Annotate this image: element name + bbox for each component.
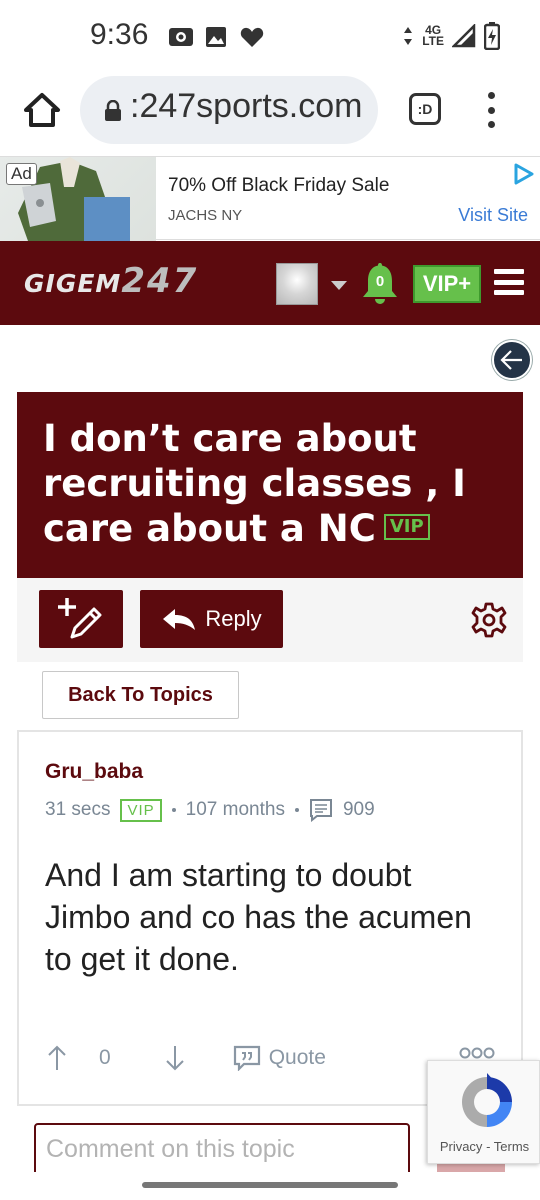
plus-pencil-icon bbox=[58, 598, 102, 639]
user-avatar[interactable] bbox=[276, 263, 318, 305]
status-time: 9:36 bbox=[90, 18, 149, 51]
post-timestamp: 31 secs bbox=[45, 799, 111, 820]
recaptcha-terms-link[interactable]: Terms bbox=[494, 1139, 529, 1154]
quote-label: Quote bbox=[268, 1046, 326, 1069]
reply-button[interactable]: Reply bbox=[140, 590, 283, 648]
author-membership: 107 months bbox=[185, 799, 285, 820]
upvote-arrow-icon[interactable] bbox=[45, 1044, 69, 1072]
browser-menu-button[interactable] bbox=[484, 92, 498, 128]
battery-charging-icon bbox=[484, 22, 500, 50]
ad-label: Ad bbox=[6, 163, 37, 185]
more-options-icon[interactable] bbox=[459, 1046, 495, 1060]
downvote-arrow-icon[interactable] bbox=[163, 1044, 187, 1072]
recaptcha-privacy-link[interactable]: Privacy bbox=[440, 1139, 483, 1154]
post-meta: 31 secs VIP 107 months 909 bbox=[45, 798, 375, 822]
post-count-icon bbox=[309, 799, 332, 822]
author-vip-badge: VIP bbox=[120, 798, 162, 822]
account-dropdown-caret-icon[interactable] bbox=[331, 281, 347, 290]
site-header: GIGEM247 0 VIP+ bbox=[0, 241, 540, 325]
quote-icon bbox=[233, 1045, 260, 1071]
ad-title[interactable]: 70% Off Black Friday Sale bbox=[168, 175, 389, 197]
meta-separator bbox=[171, 808, 176, 812]
recaptcha-icon bbox=[462, 1073, 512, 1127]
status-bar: 9:36 4G LTE bbox=[0, 0, 540, 74]
back-to-topics-button[interactable]: Back To Topics bbox=[42, 671, 239, 719]
signal-icon bbox=[452, 24, 476, 48]
system-nav-bar bbox=[0, 1172, 540, 1200]
post-body: And I am starting to doubt Jimbo and co … bbox=[45, 857, 472, 977]
thread-title-banner: I don’t care about recruiting classes , … bbox=[17, 392, 523, 578]
data-arrows-icon bbox=[404, 27, 413, 45]
recaptcha-badge[interactable]: Privacy - Terms bbox=[427, 1060, 540, 1164]
home-icon[interactable] bbox=[22, 90, 62, 130]
browser-toolbar: :247sports.com :D bbox=[0, 74, 540, 154]
meta-separator bbox=[294, 808, 299, 812]
reply-arrow-icon bbox=[163, 609, 196, 630]
notification-count: 0 bbox=[375, 273, 385, 290]
back-arrow-button[interactable] bbox=[492, 340, 532, 380]
lock-icon bbox=[105, 100, 121, 121]
post-author[interactable]: Gru_baba bbox=[45, 760, 143, 784]
vip-plus-button[interactable]: VIP+ bbox=[413, 265, 481, 303]
author-post-count: 909 bbox=[342, 799, 375, 820]
ad-image[interactable]: Ad bbox=[0, 157, 156, 241]
recaptcha-links: Privacy - Terms bbox=[439, 1139, 530, 1154]
network-type-label: 4G LTE bbox=[422, 23, 444, 48]
home-gesture-pill[interactable] bbox=[142, 1182, 398, 1188]
comment-input[interactable]: Comment on this topic bbox=[34, 1123, 410, 1179]
ad-visit-site-link[interactable]: Visit Site bbox=[458, 205, 528, 226]
heart-icon bbox=[240, 27, 264, 47]
hamburger-menu-icon[interactable] bbox=[494, 269, 524, 295]
gallery-icon bbox=[206, 27, 226, 47]
ad-choices-icon[interactable] bbox=[512, 163, 534, 185]
screen-record-icon bbox=[169, 28, 193, 46]
thread-vip-badge: VIP bbox=[383, 513, 430, 540]
thread-toolbar: Reply bbox=[17, 578, 523, 662]
url-text[interactable]: :247sports.com bbox=[130, 87, 362, 126]
reply-label: Reply bbox=[205, 606, 262, 631]
ad-banner[interactable]: Ad 70% Off Black Friday Sale JACHS NY Vi… bbox=[0, 156, 540, 241]
ad-advertiser: JACHS NY bbox=[168, 207, 243, 224]
site-logo[interactable]: GIGEM247 bbox=[24, 261, 198, 301]
notifications-button[interactable]: 0 bbox=[360, 261, 400, 305]
arrow-left-icon bbox=[500, 350, 522, 370]
vote-count: 0 bbox=[99, 1046, 111, 1069]
new-post-button[interactable] bbox=[39, 590, 123, 648]
settings-gear-icon[interactable] bbox=[471, 602, 507, 638]
thread-title: I don’t care about recruiting classes , … bbox=[43, 417, 466, 550]
post-card: Gru_baba 31 secs VIP 107 months 909 And … bbox=[17, 730, 523, 1106]
status-right-cluster: 4G LTE bbox=[402, 22, 500, 50]
quote-button[interactable]: Quote bbox=[233, 1045, 326, 1071]
tab-switcher-button[interactable]: :D bbox=[409, 93, 441, 125]
